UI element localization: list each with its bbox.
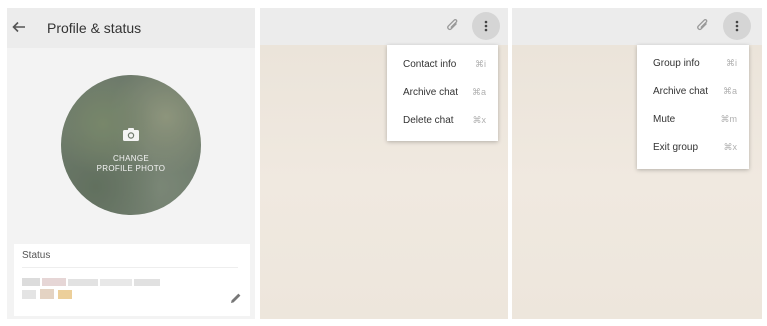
- chat-menu-dropdown: Contact info ⌘i Archive chat ⌘a Delete c…: [387, 45, 498, 141]
- change-photo-label: CHANGE: [112, 154, 150, 163]
- camera-icon: [122, 127, 140, 142]
- menu-item-delete-chat[interactable]: Delete chat ⌘x: [387, 107, 498, 135]
- paperclip-icon[interactable]: [446, 19, 460, 33]
- menu-item-label: Contact info: [403, 59, 457, 70]
- group-chat-panel: Group info ⌘i Archive chat ⌘a Mute ⌘m Ex…: [512, 8, 762, 319]
- menu-item-shortcut: ⌘a: [471, 87, 486, 97]
- menu-item-contact-info[interactable]: Contact info ⌘i: [387, 51, 498, 79]
- more-menu-button[interactable]: [472, 12, 500, 40]
- menu-item-shortcut: ⌘x: [472, 115, 487, 125]
- menu-item-label: Archive chat: [653, 86, 709, 97]
- paperclip-icon[interactable]: [696, 19, 710, 33]
- chat-header: [260, 8, 508, 45]
- menu-item-shortcut: ⌘m: [720, 114, 738, 124]
- menu-item-shortcut: ⌘i: [726, 58, 737, 68]
- menu-item-label: Delete chat: [403, 115, 454, 126]
- change-photo-sublabel: PROFILE PHOTO: [96, 164, 166, 173]
- more-vert-icon: [484, 20, 488, 32]
- menu-item-mute[interactable]: Mute ⌘m: [637, 106, 749, 134]
- arrow-left-icon[interactable]: [12, 20, 26, 34]
- profile-panel: Profile & status CHANGE PROFILE PHOTO St…: [7, 8, 255, 319]
- chat-menu-dropdown: Group info ⌘i Archive chat ⌘a Mute ⌘m Ex…: [637, 45, 749, 169]
- chat-header: [512, 8, 762, 45]
- menu-item-archive-chat[interactable]: Archive chat ⌘a: [637, 78, 749, 106]
- contact-chat-panel: Contact info ⌘i Archive chat ⌘a Delete c…: [260, 8, 508, 319]
- menu-item-shortcut: ⌘a: [722, 86, 737, 96]
- divider: [22, 267, 238, 268]
- menu-item-label: Group info: [653, 58, 700, 69]
- menu-item-exit-group[interactable]: Exit group ⌘x: [637, 134, 749, 162]
- menu-item-shortcut: ⌘x: [723, 142, 738, 152]
- more-menu-button[interactable]: [723, 12, 751, 40]
- status-card: Status: [14, 244, 250, 316]
- profile-photo[interactable]: CHANGE PROFILE PHOTO: [61, 75, 201, 215]
- avatar-overlay: [61, 75, 201, 215]
- status-label: Status: [22, 250, 51, 261]
- menu-item-group-info[interactable]: Group info ⌘i: [637, 50, 749, 78]
- more-vert-icon: [735, 20, 739, 32]
- menu-item-archive-chat[interactable]: Archive chat ⌘a: [387, 79, 498, 107]
- menu-item-shortcut: ⌘i: [475, 59, 486, 69]
- profile-header: Profile & status: [7, 8, 255, 48]
- status-text-redacted: [22, 276, 162, 304]
- menu-item-label: Mute: [653, 114, 676, 125]
- menu-item-label: Archive chat: [403, 87, 459, 98]
- page-title: Profile & status: [47, 20, 142, 36]
- pencil-icon[interactable]: [230, 292, 242, 304]
- menu-item-label: Exit group: [653, 142, 699, 153]
